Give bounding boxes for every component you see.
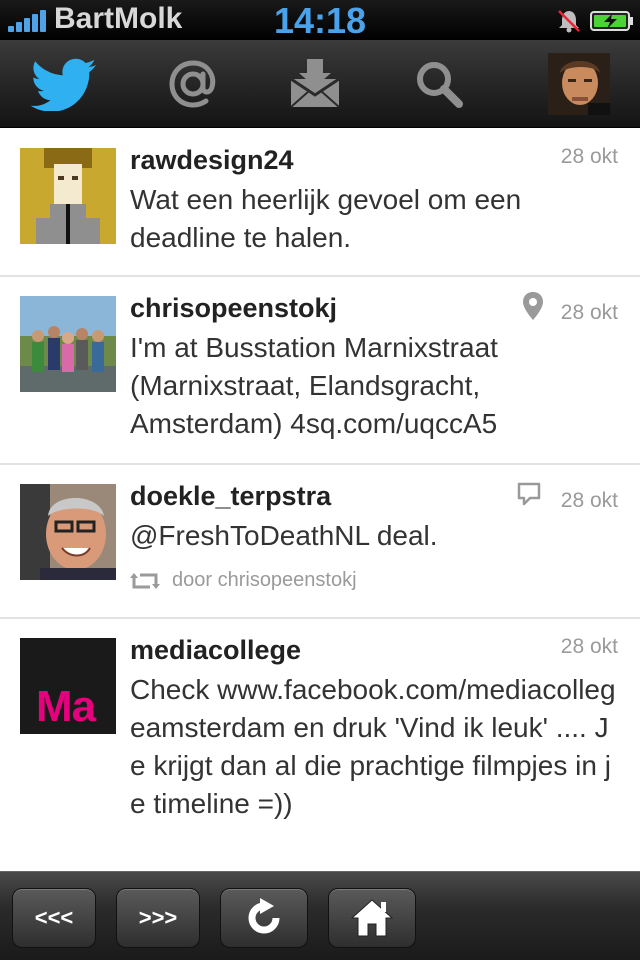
- timeline[interactable]: rawdesign24 28 okt Wat een heerlijk gevo…: [0, 129, 640, 871]
- avatar[interactable]: [20, 148, 116, 244]
- tweet-text: Check www.facebook.com/mediacollegeamste…: [130, 674, 616, 819]
- tweet-item[interactable]: doekle_terpstra 28 okt @FreshToDeathNL d…: [0, 465, 640, 619]
- home-button[interactable]: [328, 888, 416, 948]
- tweet-username[interactable]: mediacollege: [130, 635, 301, 666]
- top-toolbar: [0, 40, 640, 128]
- tweet-date: 28 okt: [560, 301, 618, 324]
- next-page-button[interactable]: >>>: [116, 888, 200, 948]
- tweet-username[interactable]: rawdesign24: [130, 145, 294, 176]
- reply-bubble-icon: [517, 482, 541, 506]
- tab-search[interactable]: [394, 40, 484, 128]
- at-sign-icon: [169, 60, 216, 108]
- avatar-logo-text: Ma: [36, 682, 96, 731]
- alarm-icon: [558, 10, 580, 33]
- avatar[interactable]: [20, 484, 116, 580]
- tweet-date: 28 okt: [560, 635, 618, 658]
- tweet-date: 28 okt: [560, 145, 618, 168]
- previous-page-button[interactable]: <<<: [12, 888, 96, 948]
- tweet-item[interactable]: rawdesign24 28 okt Wat een heerlijk gevo…: [0, 129, 640, 277]
- avatar: [548, 53, 610, 115]
- bottom-toolbar: <<< >>>: [0, 871, 640, 960]
- tweet-text: I'm at Busstation Marnixstraat (Marnixst…: [130, 332, 498, 439]
- retweet-icon: [130, 572, 160, 589]
- envelope-icon: [290, 59, 340, 108]
- tab-profile[interactable]: [548, 40, 610, 128]
- refresh-icon: [248, 898, 280, 934]
- tweet-text: Wat een heerlijk gevoel om een deadline …: [130, 184, 522, 253]
- search-icon: [417, 62, 463, 108]
- tweet-text: @FreshToDeathNL deal.: [130, 520, 438, 551]
- status-bar: BartMolk 14:18: [0, 0, 640, 41]
- home-icon: [350, 899, 394, 937]
- tweet-item[interactable]: chrisopeenstokj 28 okt I'm at Busstation…: [0, 277, 640, 465]
- tab-direct-messages[interactable]: [270, 40, 360, 128]
- tweet-username[interactable]: doekle_terpstra: [130, 481, 331, 512]
- twitter-bird-icon: [30, 58, 96, 111]
- tab-home-timeline[interactable]: [20, 40, 110, 128]
- refresh-button[interactable]: [220, 888, 308, 948]
- tweet-username[interactable]: chrisopeenstokj: [130, 293, 337, 324]
- tweet-item[interactable]: Ma mediacollege 28 okt Check www.faceboo…: [0, 619, 640, 871]
- retweeted-by: door chrisopeenstokj: [172, 569, 357, 591]
- tweet-date: 28 okt: [560, 489, 618, 512]
- battery-charging-icon: [590, 11, 633, 31]
- retweet-line: door chrisopeenstokj: [130, 569, 357, 592]
- avatar[interactable]: Ma: [20, 638, 116, 734]
- location-pin-icon: [523, 292, 543, 320]
- tab-mentions[interactable]: [148, 40, 238, 128]
- status-time: 14:18: [273, 0, 367, 41]
- avatar[interactable]: [20, 296, 116, 392]
